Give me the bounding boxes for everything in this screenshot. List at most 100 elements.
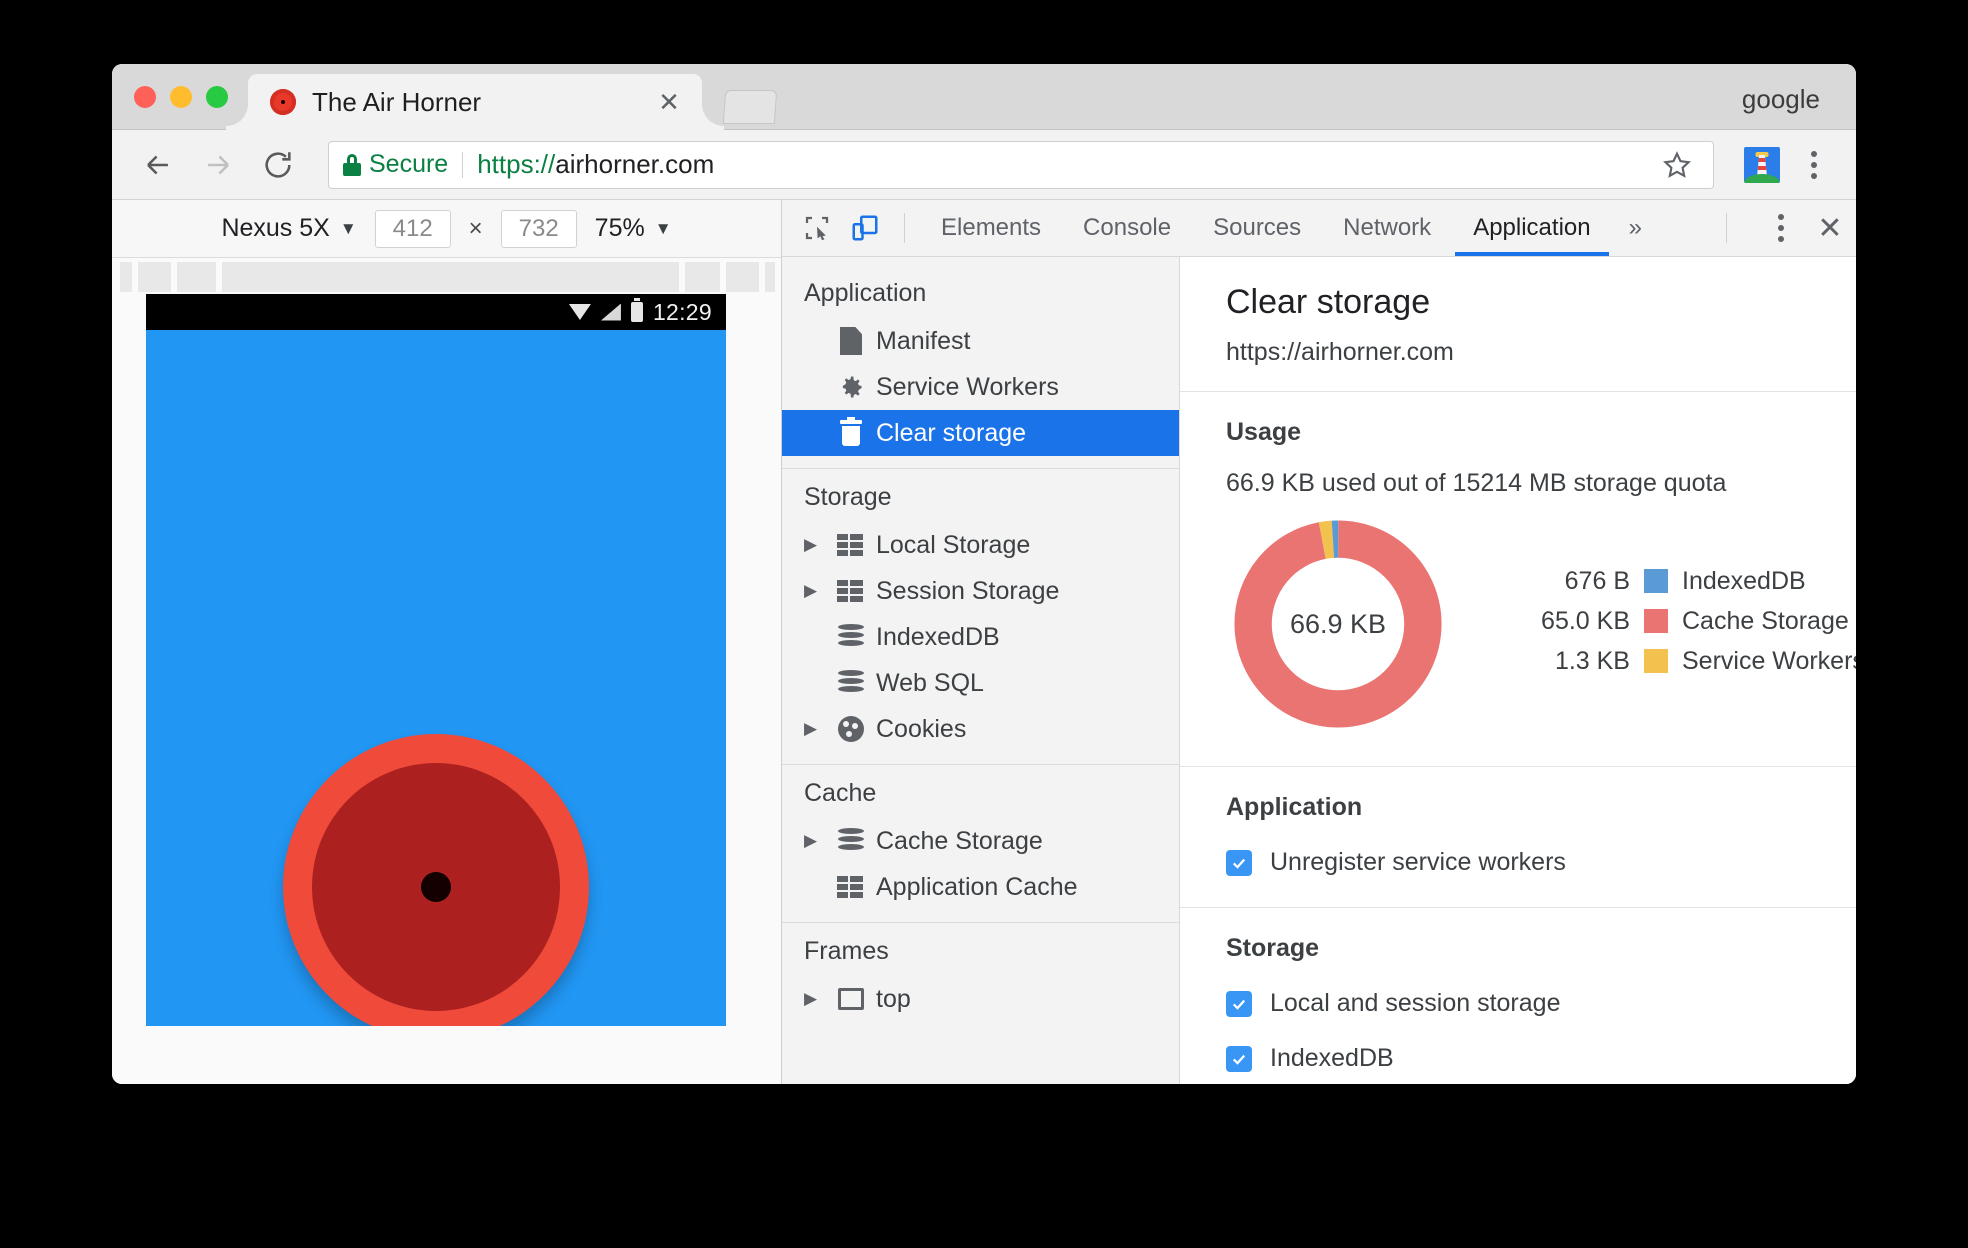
sidebar-item-top-frame[interactable]: ▶ top: [782, 976, 1179, 1022]
browser-window: The Air Horner ✕ google Secure https://a…: [112, 64, 1856, 1084]
address-bar[interactable]: Secure https://airhorner.com: [328, 140, 1714, 189]
more-tabs-icon[interactable]: »: [1615, 214, 1656, 242]
back-button[interactable]: [134, 141, 182, 189]
sidebar-item-label: Local Storage: [876, 530, 1031, 559]
devtools-body: Application Manifest Service Workers Cle…: [782, 257, 1856, 1084]
expand-arrow[interactable]: ▶: [804, 719, 826, 739]
device-viewport[interactable]: 12:29: [146, 294, 726, 1026]
sidebar-item-local-storage[interactable]: ▶ Local Storage: [782, 522, 1179, 568]
legend-swatch-service-workers: [1644, 649, 1668, 673]
chevron-down-icon: ▼: [339, 218, 357, 238]
usage-donut-chart[interactable]: 66.9 KB: [1226, 512, 1450, 736]
lighthouse-extension-icon[interactable]: [1744, 146, 1780, 183]
donut-center-label: 66.9 KB: [1289, 608, 1387, 639]
device-toolbar: Nexus 5X ▼ 412 × 732 75% ▼: [112, 200, 781, 258]
checkbox-checked-icon[interactable]: [1226, 990, 1252, 1017]
window-controls: [134, 86, 228, 108]
close-window-button[interactable]: [134, 86, 156, 108]
option-local-and-session-storage[interactable]: Local and session storage: [1226, 989, 1856, 1018]
sidebar-section-storage: Storage: [804, 483, 892, 511]
wifi-icon: [568, 304, 591, 320]
expand-arrow[interactable]: ▶: [804, 831, 826, 851]
browser-tab[interactable]: The Air Horner ✕: [226, 74, 724, 130]
page-title: Clear storage: [1226, 283, 1431, 321]
option-unregister-service-workers[interactable]: Unregister service workers: [1226, 848, 1856, 877]
zoom-selector[interactable]: 75% ▼: [595, 214, 672, 243]
option-label: IndexedDB: [1270, 1044, 1394, 1072]
forward-button[interactable]: [194, 141, 242, 189]
checkbox-checked-icon[interactable]: [1226, 1045, 1252, 1072]
usage-section: Usage 66.9 KB used out of 15214 MB stora…: [1180, 392, 1856, 767]
air-horn-button[interactable]: [283, 734, 589, 1026]
browser-menu-icon[interactable]: [1794, 145, 1834, 185]
url-scheme: https://: [477, 149, 556, 179]
devtools-menu-icon[interactable]: [1761, 208, 1801, 248]
device-emulation-pane: Nexus 5X ▼ 412 × 732 75% ▼ 12:29: [112, 200, 782, 1084]
legend-label: Service Workers: [1682, 646, 1856, 675]
legend-value: 676 B: [1564, 566, 1630, 595]
device-selector[interactable]: Nexus 5X ▼: [221, 214, 356, 243]
sidebar-item-cookies[interactable]: ▶ Cookies: [782, 706, 1179, 752]
toolbar-divider: [1725, 213, 1727, 243]
device-height-input[interactable]: 732: [500, 209, 577, 248]
expand-arrow[interactable]: ▶: [804, 535, 826, 555]
usage-summary: 66.9 KB used out of 15214 MB storage quo…: [1226, 469, 1727, 497]
device-width-input[interactable]: 412: [374, 209, 451, 248]
sidebar-item-manifest[interactable]: Manifest: [782, 318, 1179, 364]
android-status-bar: 12:29: [146, 294, 726, 330]
star-icon[interactable]: [1655, 143, 1699, 187]
tab-console[interactable]: Console: [1065, 200, 1189, 256]
sidebar-item-session-storage[interactable]: ▶ Session Storage: [782, 568, 1179, 614]
legend-value: 1.3 KB: [1554, 646, 1630, 675]
profile-name[interactable]: google: [1742, 84, 1820, 115]
sidebar-item-label: Clear storage: [876, 418, 1027, 447]
tab-sources[interactable]: Sources: [1195, 200, 1319, 256]
legend-label: IndexedDB: [1682, 566, 1806, 595]
sidebar-item-web-sql[interactable]: Web SQL: [782, 660, 1179, 706]
sidebar-item-cache-storage[interactable]: ▶ Cache Storage: [782, 818, 1179, 864]
tab-elements[interactable]: Elements: [923, 200, 1059, 256]
close-tab-button[interactable]: ✕: [654, 87, 684, 117]
expand-arrow[interactable]: ▶: [804, 989, 826, 1009]
air-horn-favicon: [270, 89, 296, 115]
security-label: Secure: [369, 150, 449, 178]
status-bar-time: 12:29: [652, 298, 712, 325]
legend-item: 676 B IndexedDB: [1520, 564, 1856, 598]
new-tab-button[interactable]: [722, 90, 778, 124]
application-sidebar: Application Manifest Service Workers Cle…: [782, 257, 1180, 1084]
toggle-device-toolbar-icon[interactable]: [844, 207, 886, 249]
cookie-icon: [836, 714, 866, 744]
checkbox-checked-icon[interactable]: [1226, 849, 1252, 876]
sidebar-item-indexeddb[interactable]: IndexedDB: [782, 614, 1179, 660]
sidebar-item-application-cache[interactable]: Application Cache: [782, 864, 1179, 910]
origin-label: https://airhorner.com: [1226, 338, 1454, 366]
toolbar-divider: [904, 213, 905, 243]
device-ruler: [112, 258, 781, 294]
sidebar-item-label: Web SQL: [876, 668, 984, 697]
minimize-window-button[interactable]: [170, 86, 192, 108]
air-horn-center-dot: [421, 872, 451, 902]
sidebar-item-clear-storage[interactable]: Clear storage: [782, 410, 1179, 456]
expand-arrow[interactable]: ▶: [804, 581, 826, 601]
sidebar-item-label: Cookies: [876, 714, 967, 743]
zoom-value: 75%: [594, 214, 645, 242]
trash-icon: [836, 417, 866, 448]
table-icon: [836, 530, 866, 560]
legend-swatch-indexeddb: [1644, 569, 1668, 593]
storage-section: Storage Local and session storage Indexe…: [1180, 908, 1856, 1084]
inspect-element-icon[interactable]: [796, 207, 838, 249]
maximize-window-button[interactable]: [206, 86, 228, 108]
application-heading: Application: [1226, 793, 1363, 821]
option-indexeddb[interactable]: IndexedDB: [1226, 1044, 1856, 1073]
tab-application[interactable]: Application: [1455, 200, 1608, 256]
chevron-down-icon: ▼: [654, 218, 672, 238]
sidebar-item-service-workers[interactable]: Service Workers: [782, 364, 1179, 410]
reload-button[interactable]: [254, 141, 302, 189]
tab-network[interactable]: Network: [1325, 200, 1449, 256]
sidebar-item-label: Cache Storage: [876, 826, 1043, 855]
sidebar-item-label: Manifest: [876, 326, 971, 355]
application-section: Application Unregister service workers: [1180, 767, 1856, 908]
usage-heading: Usage: [1226, 418, 1302, 446]
battery-icon: [630, 298, 643, 322]
close-devtools-icon[interactable]: ✕: [1809, 207, 1851, 249]
